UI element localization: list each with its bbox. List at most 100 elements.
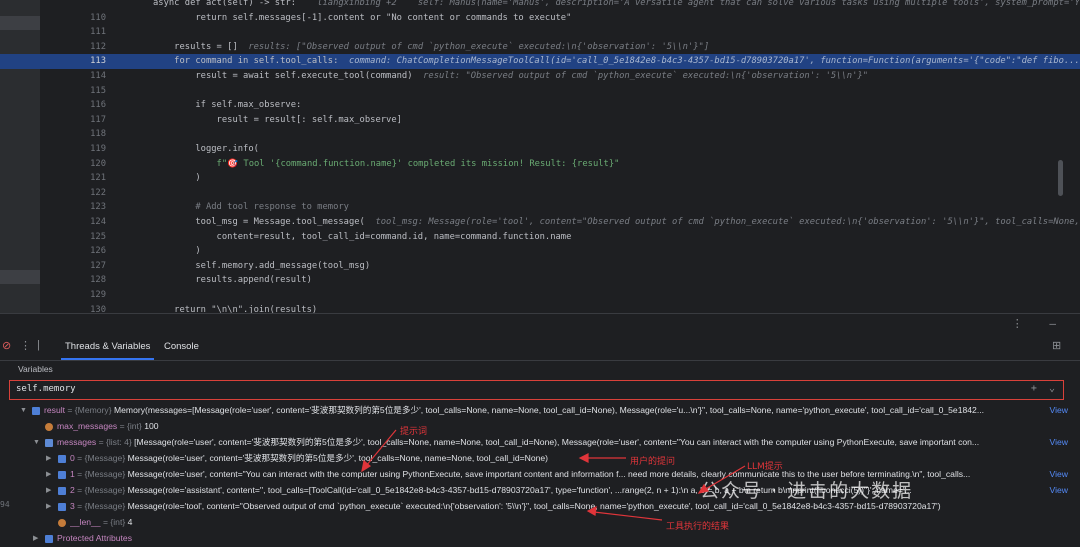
view-link[interactable]: View (1050, 467, 1068, 483)
code-text[interactable]: result = result[: self.max_observe] (153, 113, 402, 128)
code-text[interactable]: f"🎯 Tool '{command.function.name}' compl… (153, 157, 620, 172)
collapse-arrow-icon[interactable]: ▼ (33, 435, 40, 451)
variable-value: Message(role='user', content='斐波那契数列的第5位… (127, 453, 549, 463)
code-line-123[interactable]: 123 # Add tool response to memory (0, 200, 1080, 215)
code-line-119[interactable]: 119 logger.info( (0, 142, 1080, 157)
line-number[interactable]: 129 (66, 288, 106, 303)
variable-row[interactable]: ▼ result = {Memory} Memory(messages=[Mess… (0, 403, 1080, 419)
expand-arrow-icon[interactable]: ▶ (46, 467, 51, 483)
expand-arrow-icon[interactable]: ▶ (46, 499, 51, 515)
line-number[interactable]: 117 (66, 113, 106, 128)
code-line-130[interactable]: 130 return "\n\n".join(results) (0, 303, 1080, 313)
line-number[interactable]: 116 (66, 98, 106, 113)
debug-tabbar: ⊘ ⋮ | Threads & Variables Console ⊞ (0, 334, 1080, 361)
line-number[interactable]: 128 (66, 273, 106, 288)
expand-arrow-icon[interactable]: ▶ (46, 451, 51, 467)
code-text[interactable]: tool_msg = Message.tool_message( tool_ms… (153, 215, 1080, 230)
line-number[interactable]: 113 (66, 54, 106, 69)
collapse-arrow-icon[interactable]: ▼ (20, 403, 27, 419)
line-number[interactable]: 125 (66, 230, 106, 245)
editor-scrollbar[interactable] (1058, 160, 1063, 196)
view-link[interactable]: View (1050, 403, 1068, 419)
eval-add-watch-icon[interactable]: + ⌄ (1031, 383, 1055, 394)
line-number[interactable]: 111 (66, 25, 106, 40)
code-text[interactable]: ) (153, 244, 200, 259)
eval-expression-text[interactable]: self.memory (16, 384, 76, 394)
panel-window-buttons[interactable]: ⋮ — (1012, 317, 1066, 330)
code-text[interactable]: ) (153, 171, 200, 186)
line-number[interactable]: 119 (66, 142, 106, 157)
tab-threads-variables[interactable]: Threads & Variables (60, 341, 155, 360)
code-editor[interactable]: async def act(self) -> str: liangxinbing… (0, 0, 1080, 313)
code-text[interactable]: result = await self.execute_tool(command… (153, 69, 868, 84)
code-statement: logger.info( (153, 144, 259, 154)
code-line-128[interactable]: 128 results.append(result) (0, 273, 1080, 288)
code-text[interactable]: if self.max_observe: (153, 98, 301, 113)
line-number[interactable]: 115 (66, 84, 106, 99)
code-line-110[interactable]: 110 return self.messages[-1].content or … (0, 11, 1080, 26)
variable-content: messages = {list: 4} [Message(role='user… (57, 435, 1000, 451)
code-text[interactable]: async def act(self) -> str: liangxinbing… (153, 0, 1080, 11)
variable-row[interactable]: __len__ = {int} 4 (0, 515, 1080, 531)
code-line-115[interactable]: 115 (0, 84, 1080, 99)
code-text[interactable]: return "\n\n".join(results) (153, 303, 317, 313)
code-line-top[interactable]: async def act(self) -> str: liangxinbing… (0, 0, 1080, 11)
code-line-111[interactable]: 111 (0, 25, 1080, 40)
variable-row[interactable]: ▶ 2 = {Message} Message(role='assistant',… (0, 483, 1080, 499)
line-number[interactable]: 122 (66, 186, 106, 201)
tab-console[interactable]: Console (164, 341, 199, 352)
code-line-116[interactable]: 116 if self.max_observe: (0, 98, 1080, 113)
code-line-125[interactable]: 125 content=result, tool_call_id=command… (0, 230, 1080, 245)
variable-row[interactable]: ▶ 1 = {Message} Message(role='user', cont… (0, 467, 1080, 483)
code-statement: self.memory.add_message(tool_msg) (153, 260, 371, 271)
line-number[interactable]: 124 (66, 215, 106, 230)
code-line-126[interactable]: 126 ) (0, 244, 1080, 259)
code-line-129[interactable]: 129 (0, 288, 1080, 303)
code-line-114[interactable]: 114 result = await self.execute_tool(com… (0, 69, 1080, 84)
code-text[interactable]: for command in self.tool_calls: command:… (153, 54, 1080, 69)
expand-arrow-icon[interactable]: ▶ (46, 483, 51, 499)
code-text[interactable]: return self.messages[-1].content or "No … (153, 11, 571, 26)
line-number[interactable]: 112 (66, 40, 106, 55)
code-line-122[interactable]: 122 (0, 186, 1080, 201)
line-number[interactable]: 123 (66, 200, 106, 215)
code-line-124[interactable]: 124 tool_msg = Message.tool_message( too… (0, 215, 1080, 230)
line-number[interactable]: 118 (66, 127, 106, 142)
code-text[interactable]: # Add tool response to memory (153, 200, 349, 215)
line-number[interactable]: 130 (66, 303, 106, 313)
line-number[interactable]: 114 (66, 69, 106, 84)
view-link[interactable]: View (1050, 435, 1068, 451)
code-text[interactable]: logger.info( (153, 142, 259, 157)
code-text[interactable]: results = [] results: ["Observed output … (153, 40, 709, 55)
line-number[interactable]: 127 (66, 259, 106, 274)
line-number[interactable]: 110 (66, 11, 106, 26)
code-line-113[interactable]: 113 for command in self.tool_calls: comm… (0, 54, 1080, 69)
code-text[interactable]: self.memory.add_message(tool_msg) (153, 259, 370, 274)
variable-row[interactable]: max_messages = {int} 100 (0, 419, 1080, 435)
variable-row[interactable]: ▶ 3 = {Message} Message(role='tool', cont… (0, 499, 1080, 515)
stop-breakpoints-icon[interactable]: ⊘ (2, 339, 11, 352)
expand-arrow-icon[interactable]: ▶ (33, 531, 38, 547)
layout-icon[interactable]: ⊞ (1052, 339, 1061, 352)
code-line-121[interactable]: 121 ) (0, 171, 1080, 186)
code-line-118[interactable]: 118 (0, 127, 1080, 142)
code-statement: content=result, tool_call_id=command.id,… (153, 231, 572, 242)
more-options-icon[interactable]: ⋮ (20, 339, 31, 352)
view-link[interactable]: View (1050, 483, 1068, 499)
variable-row[interactable]: ▶ 0 = {Message} Message(role='user', cont… (0, 451, 1080, 467)
evaluate-expression-field[interactable]: self.memory + ⌄ (9, 380, 1064, 400)
code-text[interactable]: results.append(result) (153, 273, 312, 288)
variable-name: 3 (70, 501, 75, 511)
code-line-127[interactable]: 127 self.memory.add_message(tool_msg) (0, 259, 1080, 274)
list-icon (45, 439, 53, 447)
line-number[interactable]: 126 (66, 244, 106, 259)
line-number[interactable]: 121 (66, 171, 106, 186)
line-number[interactable]: 120 (66, 157, 106, 172)
code-line-112[interactable]: 112 results = [] results: ["Observed out… (0, 40, 1080, 55)
code-line-120[interactable]: 120 f"🎯 Tool '{command.function.name}' c… (0, 157, 1080, 172)
annotation-user-question: 用户的提问 (630, 457, 676, 467)
code-line-117[interactable]: 117 result = result[: self.max_observe] (0, 113, 1080, 128)
code-text[interactable]: content=result, tool_call_id=command.id,… (153, 230, 572, 245)
variable-row[interactable]: ▶ Protected Attributes (0, 531, 1080, 547)
variable-row[interactable]: ▼ messages = {list: 4} [Message(role='use… (0, 435, 1080, 451)
